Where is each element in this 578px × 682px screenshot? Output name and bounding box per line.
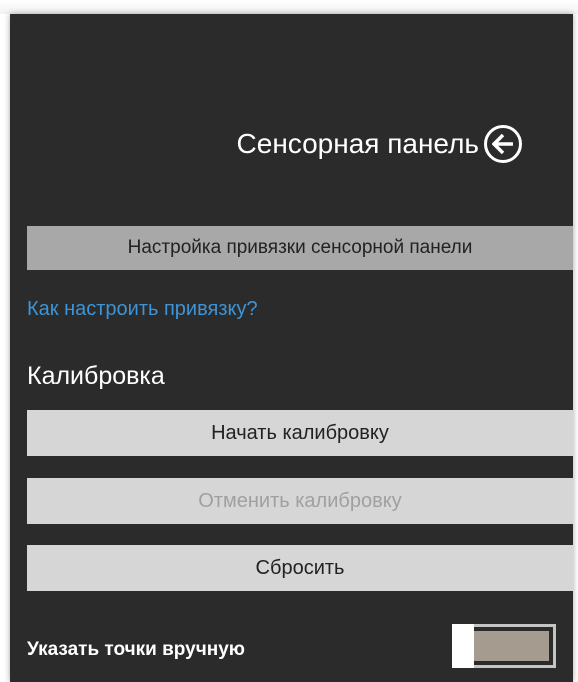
- reset-button[interactable]: Сбросить: [27, 545, 573, 591]
- start-calibration-button[interactable]: Начать калибровку: [27, 410, 573, 456]
- toggle-thumb[interactable]: [452, 624, 474, 668]
- manual-points-label: Указать точки вручную: [27, 639, 246, 660]
- page-title: Сенсорная панель: [236, 128, 479, 159]
- binding-help-link[interactable]: Как настроить привязку?: [27, 298, 258, 321]
- arrow-left-icon: [492, 133, 513, 155]
- manual-points-toggle[interactable]: [452, 624, 556, 668]
- touchpad-settings-panel: Сенсорная панель Настройка привязки сенс…: [10, 14, 573, 682]
- back-button[interactable]: [484, 125, 522, 163]
- cancel-calibration-button[interactable]: Отменить калибровку: [27, 478, 573, 524]
- calibration-section-title: Калибровка: [27, 362, 165, 390]
- window-top-strip: [0, 0, 578, 14]
- panel-header: Сенсорная панель: [10, 116, 573, 176]
- binding-settings-button[interactable]: Настройка привязки сенсорной панели: [27, 226, 573, 270]
